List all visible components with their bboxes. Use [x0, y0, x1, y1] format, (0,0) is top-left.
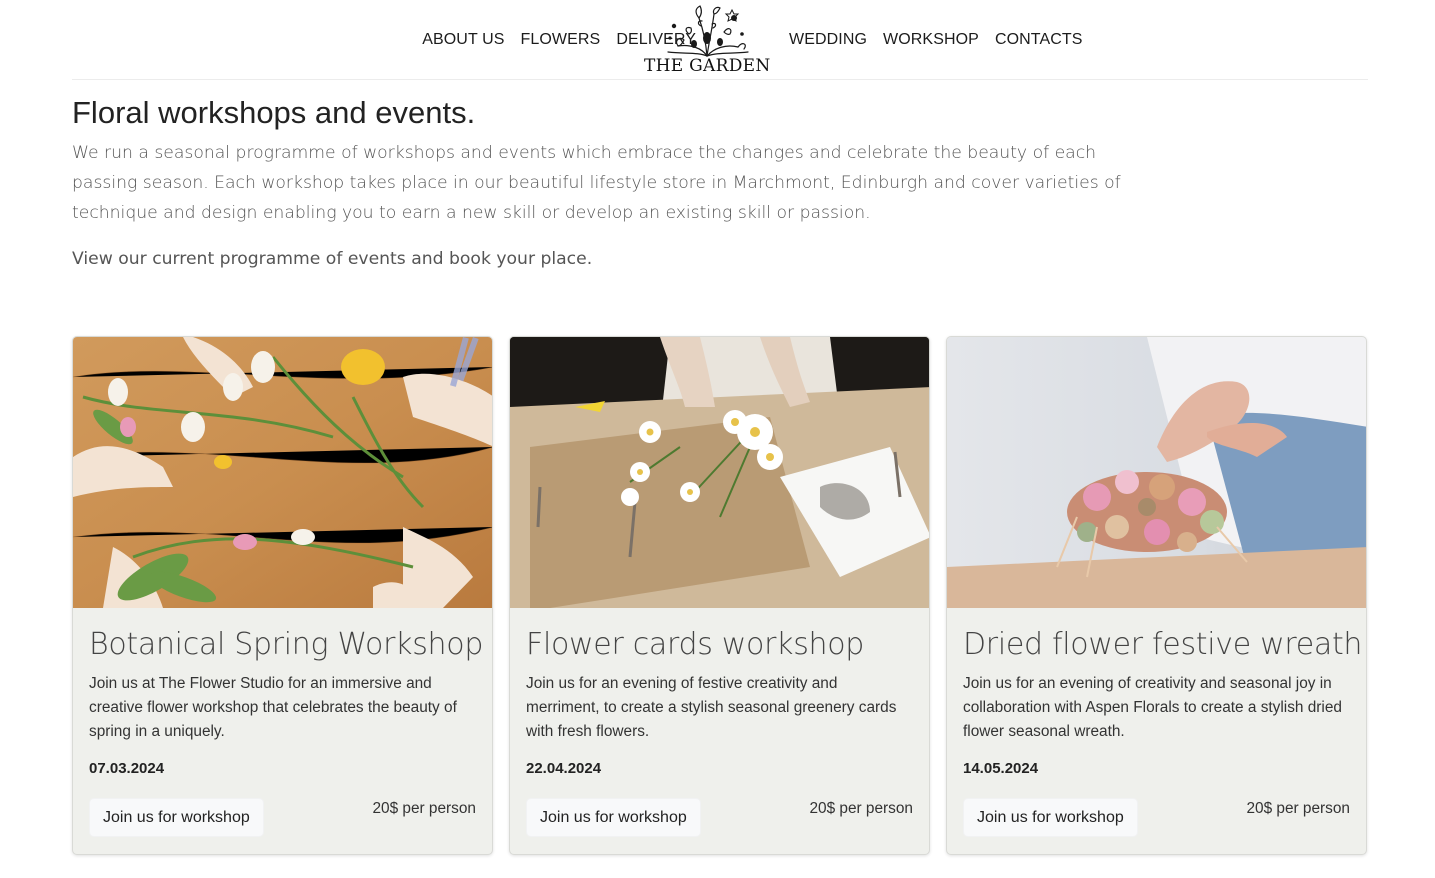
card-description: Join us for an evening of creativity and… [963, 675, 1342, 740]
workshop-card: Dried flower festive wreath Join us for … [946, 336, 1367, 855]
card-description: Join us at The Flower Studio for an imme… [89, 675, 457, 740]
nav-flowers[interactable]: FLOWERS [521, 31, 601, 49]
page-title: Floral workshops and events. [72, 95, 476, 130]
nav-wedding[interactable]: WEDDING [789, 31, 867, 49]
intro-cta: View our current programme of events and… [72, 249, 593, 269]
workshop-image-spring [73, 337, 492, 608]
logo-link[interactable]: THE GARDEN [644, 4, 770, 76]
card-title: Dried flower festive wreath [963, 627, 1363, 662]
card-date: 07.03.2024 [89, 760, 165, 777]
join-workshop-button[interactable]: Join us for workshop [963, 798, 1138, 837]
logo-text: THE GARDEN [644, 56, 771, 76]
nav-right: WEDDING WORKSHOP CONTACTS [789, 31, 1083, 49]
card-price: 20$ per person [372, 800, 476, 817]
intro-text: We run a seasonal programme of workshops… [72, 143, 1121, 223]
workshop-card: Botanical Spring Workshop Join us at The… [72, 336, 493, 855]
join-workshop-button[interactable]: Join us for workshop [526, 798, 701, 837]
workshop-card: Flower cards workshop Join us for an eve… [509, 336, 930, 855]
nav-workshop[interactable]: WORKSHOP [883, 31, 979, 49]
card-body: Botanical Spring Workshop Join us at The… [73, 608, 492, 854]
nav-contacts[interactable]: CONTACTS [995, 31, 1083, 49]
nav-about-us[interactable]: ABOUT US [422, 31, 504, 49]
workshop-cards: Botanical Spring Workshop Join us at The… [72, 336, 1367, 855]
join-workshop-button[interactable]: Join us for workshop [89, 798, 264, 837]
card-body: Dried flower festive wreath Join us for … [947, 608, 1366, 854]
card-title: Botanical Spring Workshop [89, 627, 484, 662]
card-price: 20$ per person [1246, 800, 1350, 817]
intro-section: Floral workshops and events. We run a se… [72, 94, 1152, 274]
card-price: 20$ per person [809, 800, 913, 817]
card-date: 14.05.2024 [963, 760, 1039, 777]
card-description: Join us for an evening of festive creati… [526, 675, 897, 740]
card-body: Flower cards workshop Join us for an eve… [510, 608, 929, 854]
floral-logo-icon [667, 5, 749, 57]
card-date: 22.04.2024 [526, 760, 602, 777]
site-header: ABOUT US FLOWERS DELIVERY THE GARDEN WED… [72, 0, 1368, 80]
card-title: Flower cards workshop [526, 627, 865, 662]
workshop-image-cards [510, 337, 929, 608]
workshop-image-wreath [947, 337, 1366, 608]
